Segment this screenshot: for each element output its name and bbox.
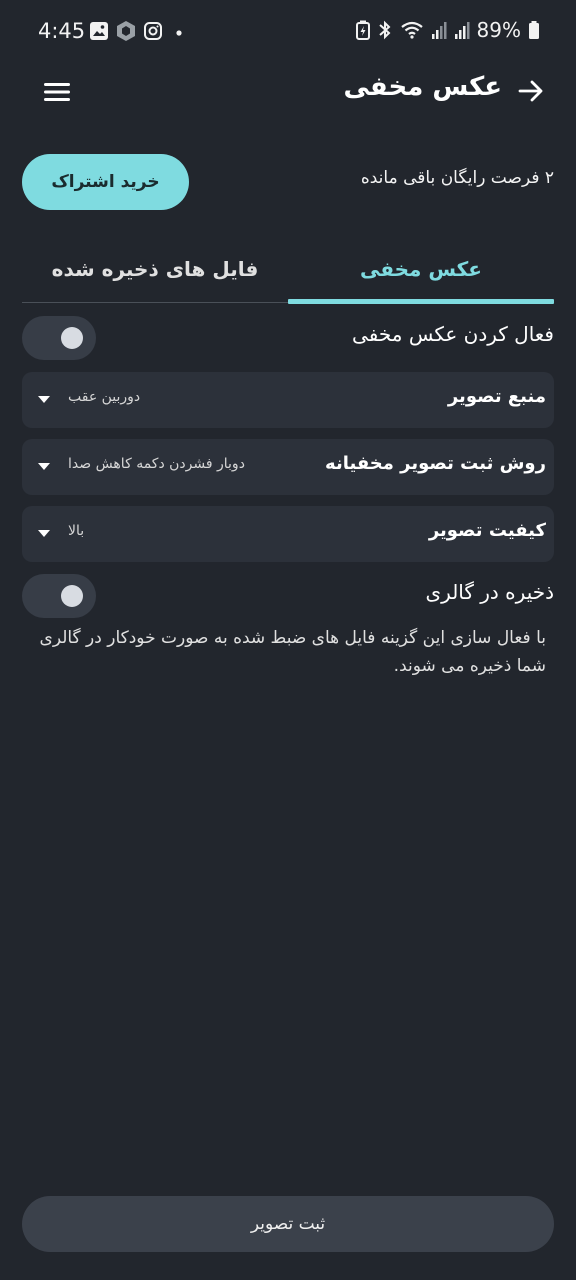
battery-icon xyxy=(529,21,539,39)
signal-icon xyxy=(454,22,470,39)
tab-bar: عکس مخفی فایل های ذخیره شده xyxy=(22,240,554,304)
tab-saved-files[interactable]: فایل های ذخیره شده xyxy=(22,240,288,304)
bluetooth-icon xyxy=(378,20,391,40)
status-right-icons: 89% xyxy=(355,18,540,42)
capture-method-select[interactable]: روش ثبت تصویر مخفیانه دوبار فشردن دکمه ک… xyxy=(22,439,554,495)
status-bar: 4:45 89% xyxy=(0,0,576,64)
save-to-gallery-description: با فعال سازی این گزینه فایل های ضبط شده … xyxy=(39,628,546,676)
free-attempts-remaining: ۲ فرصت رایگان باقی مانده xyxy=(360,168,554,188)
page-title: عکس مخفی xyxy=(343,72,502,102)
toggle-knob xyxy=(61,585,83,607)
save-to-gallery-toggle[interactable] xyxy=(22,574,96,618)
hamburger-menu-icon xyxy=(44,83,70,101)
app-header: عکس مخفی xyxy=(0,64,576,120)
back-button[interactable] xyxy=(516,76,546,106)
status-left-icons xyxy=(89,20,185,42)
dropdown-arrow-icon xyxy=(38,463,50,470)
battery-percent: 89% xyxy=(476,18,521,42)
dot-icon xyxy=(176,30,182,36)
status-time: 4:45 xyxy=(38,19,86,43)
dropdown-arrow-icon xyxy=(38,530,50,537)
menu-button[interactable] xyxy=(40,78,74,106)
battery-saver-icon xyxy=(355,20,370,40)
capture-photo-button[interactable]: ثبت تصویر xyxy=(22,1196,554,1252)
tab-active-indicator xyxy=(288,299,554,304)
app-hex-icon xyxy=(117,21,135,41)
image-source-select[interactable]: منبع تصویر دوربین عقب xyxy=(22,372,554,428)
capture-method-value: دوبار فشردن دکمه کاهش صدا xyxy=(68,456,245,472)
signal-icon xyxy=(431,22,447,39)
enable-hidden-photo-label: فعال کردن عکس مخفی xyxy=(352,322,554,346)
instagram-icon xyxy=(144,22,162,40)
toggle-knob xyxy=(61,327,83,349)
capture-method-label: روش ثبت تصویر مخفیانه xyxy=(325,453,546,474)
image-source-label: منبع تصویر xyxy=(447,386,546,407)
image-quality-label: کیفیت تصویر xyxy=(428,520,546,541)
tab-hidden-photo[interactable]: عکس مخفی xyxy=(288,240,554,304)
wifi-icon xyxy=(400,21,423,39)
arrow-right-icon xyxy=(518,80,543,102)
enable-hidden-photo-toggle[interactable] xyxy=(22,316,96,360)
gallery-icon xyxy=(90,22,108,40)
buy-subscription-button[interactable]: خرید اشتراک xyxy=(22,154,189,210)
save-to-gallery-label: ذخیره در گالری xyxy=(425,580,555,604)
image-quality-value: بالا xyxy=(68,523,85,539)
dropdown-arrow-icon xyxy=(38,396,50,403)
image-quality-select[interactable]: کیفیت تصویر بالا xyxy=(22,506,554,562)
image-source-value: دوربین عقب xyxy=(68,389,141,405)
